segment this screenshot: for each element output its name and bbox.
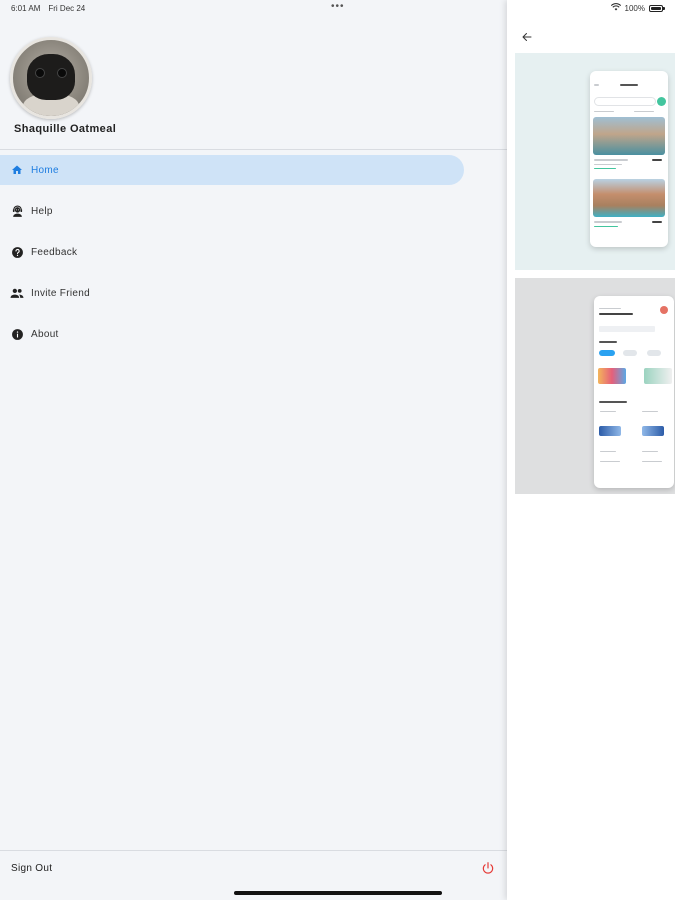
preview-section-line <box>599 401 627 403</box>
preview-section-line <box>599 341 617 343</box>
preview-course-tile <box>644 368 672 384</box>
preview-hotel-image <box>593 117 665 155</box>
status-date: Fri Dec 24 <box>48 4 86 13</box>
wifi-icon <box>610 3 621 13</box>
preview-avatar <box>660 306 668 314</box>
nav-item-label: About <box>31 328 59 340</box>
preview-text-line <box>594 221 622 223</box>
preview-hotel-image <box>593 179 665 217</box>
divider <box>0 850 507 851</box>
preview-back-line <box>594 84 599 86</box>
preview-text-line <box>642 411 658 412</box>
nav-item-label: Feedback <box>31 246 78 258</box>
preview-text-line <box>600 411 616 412</box>
content-panel <box>507 0 675 900</box>
nav-item-label: Invite Friend <box>31 287 90 299</box>
home-indicator[interactable] <box>234 891 442 895</box>
preview-course-tile <box>598 368 626 384</box>
preview-category-chip <box>599 350 615 356</box>
preview-filter-line <box>594 111 614 112</box>
hotel-app-screenshot <box>590 71 668 247</box>
user-name: Shaquille Oatmeal <box>14 123 117 135</box>
avatar[interactable] <box>10 37 92 119</box>
design-course-app-screenshot <box>594 296 674 488</box>
nav-item-label: Help <box>31 205 53 217</box>
sign-out-button[interactable]: Sign Out <box>11 863 52 874</box>
preview-text-line <box>600 451 616 452</box>
info-icon <box>10 327 24 341</box>
preview-text-line <box>599 308 621 309</box>
battery-icon <box>649 4 665 12</box>
status-bar: 6:01 AM Fri Dec 24 ••• 100% <box>0 0 675 16</box>
preview-filter-line <box>634 111 654 112</box>
preview-text-line <box>642 451 658 452</box>
people-icon <box>10 286 24 300</box>
preview-course-tile <box>642 426 664 436</box>
divider <box>0 149 507 150</box>
avatar-pug-eye-left <box>35 68 45 78</box>
preview-text-line <box>642 461 662 462</box>
nav-item-home[interactable]: Home <box>0 155 464 185</box>
power-icon[interactable] <box>481 861 495 875</box>
design-course-app-preview-card[interactable] <box>515 278 675 494</box>
status-right: 100% <box>610 3 665 13</box>
multitask-dots[interactable]: ••• <box>331 1 345 12</box>
nav-item-feedback[interactable]: Feedback <box>0 237 507 267</box>
preview-rating-line <box>594 168 616 169</box>
status-time: 6:01 AM <box>11 4 41 13</box>
preview-text-line <box>594 164 622 165</box>
avatar-pug-face <box>27 54 75 100</box>
preview-category-chip <box>647 350 661 356</box>
nav-item-label: Home <box>31 164 59 176</box>
nav-item-invite-friend[interactable]: Invite Friend <box>0 278 507 308</box>
arrow-left-icon[interactable] <box>521 30 535 44</box>
preview-text-line <box>600 461 620 462</box>
nav-item-about[interactable]: About <box>0 319 507 349</box>
help-circle-icon <box>10 245 24 259</box>
preview-price-line <box>652 159 662 161</box>
home-icon <box>10 163 24 177</box>
nav-item-help[interactable]: Help <box>0 196 507 226</box>
nav-menu: Home Help Feedback Invite Friend About <box>0 155 507 360</box>
preview-category-chip <box>623 350 637 356</box>
support-agent-icon <box>10 204 24 218</box>
battery-fill <box>651 6 661 10</box>
preview-title-line <box>620 84 638 86</box>
preview-text-line <box>594 159 628 161</box>
preview-search-fab <box>657 97 666 106</box>
navigation-drawer: Shaquille Oatmeal Home Help Feedback Inv… <box>0 0 507 900</box>
preview-search <box>594 97 656 106</box>
preview-rating-line <box>594 226 618 227</box>
hotel-app-preview-card[interactable] <box>515 53 675 270</box>
preview-search <box>599 326 655 332</box>
preview-course-tile <box>599 426 621 436</box>
status-left: 6:01 AM Fri Dec 24 <box>11 4 85 13</box>
preview-title-line <box>599 313 633 315</box>
battery-percent: 100% <box>624 3 645 13</box>
avatar-pug-eye-right <box>57 68 67 78</box>
preview-price-line <box>652 221 662 223</box>
